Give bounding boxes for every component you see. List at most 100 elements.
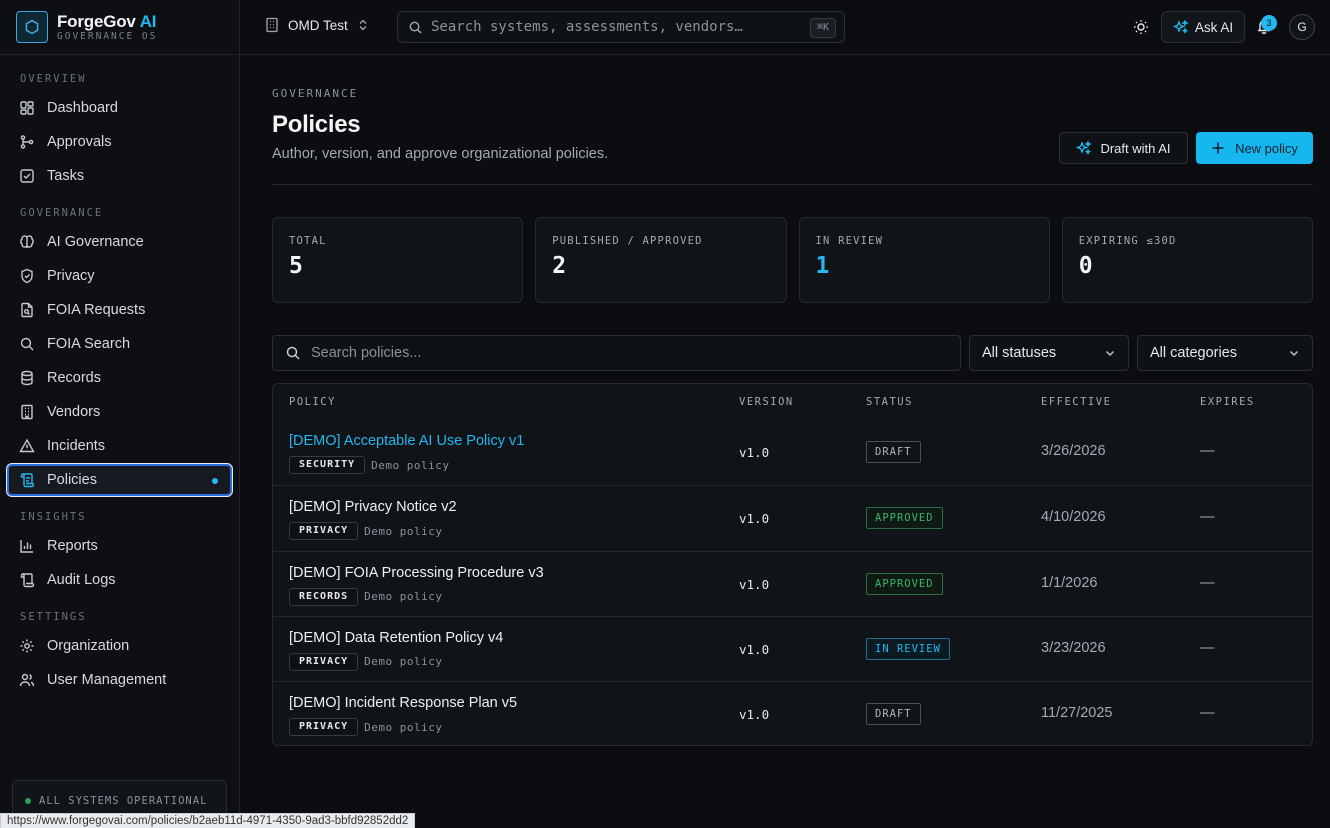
database-icon: [21, 370, 33, 386]
sidebar-item-label: User Management: [47, 672, 167, 688]
effective-date: 3/23/2026: [1041, 639, 1106, 656]
policy-name-link[interactable]: [DEMO] Data Retention Policy v4: [289, 630, 503, 646]
sun-icon: [1134, 20, 1148, 34]
expires-date: —: [1200, 705, 1215, 722]
building-icon: [266, 17, 278, 33]
table-row[interactable]: [DEMO] Privacy Notice v2 PRIVACY Demo po…: [273, 485, 1312, 550]
status-dot: [25, 798, 31, 804]
org-switcher[interactable]: OMD Test: [264, 17, 370, 33]
sidebar-item-label: Vendors: [47, 404, 101, 420]
file-search-icon: [21, 302, 33, 318]
gear-icon: [20, 639, 34, 653]
sidebar-item-label: AI Governance: [47, 234, 144, 250]
stat-label: EXPIRING ≤30D: [1078, 235, 1177, 247]
column-header-version[interactable]: VERSION: [739, 396, 794, 408]
avatar[interactable]: G: [1289, 14, 1315, 40]
policy-name-link[interactable]: [DEMO] Acceptable AI Use Policy v1: [289, 433, 524, 449]
sidebar-item-audit-logs[interactable]: Audit Logs: [6, 563, 233, 597]
filters-bar: Search policies... All statuses All cate…: [272, 335, 1313, 371]
sidebar-item-user-management[interactable]: User Management: [6, 663, 233, 697]
search-icon: [20, 337, 34, 351]
link-preview-url: https://www.forgegovai.com/policies/b2ae…: [0, 813, 416, 828]
search-icon: [286, 346, 300, 360]
expires-date: —: [1200, 574, 1215, 591]
table-row[interactable]: [DEMO] Incident Response Plan v5 PRIVACY…: [273, 681, 1312, 745]
table-row[interactable]: [DEMO] FOIA Processing Procedure v3 RECO…: [273, 550, 1312, 616]
sidebar-item-dashboard[interactable]: Dashboard: [6, 91, 233, 125]
stat-card-in-review: IN REVIEW 1: [798, 217, 1050, 303]
sidebar-item-label: FOIA Requests: [47, 302, 146, 318]
policy-note: Demo policy: [364, 524, 443, 538]
status-filter-select[interactable]: All statuses: [969, 335, 1129, 371]
new-policy-button[interactable]: New policy: [1196, 132, 1313, 164]
nav-section-insights: INSIGHTS: [20, 511, 87, 523]
stats-row: TOTAL 5 PUBLISHED / APPROVED 2 IN REVIEW…: [272, 217, 1313, 303]
sidebar-item-reports[interactable]: Reports: [6, 529, 233, 563]
policy-search-input[interactable]: Search policies...: [272, 335, 961, 371]
table-row[interactable]: [DEMO] Data Retention Policy v4 PRIVACY …: [273, 615, 1312, 681]
sidebar-item-vendors[interactable]: Vendors: [6, 395, 233, 429]
notification-count-badge: 3: [1261, 15, 1277, 31]
global-search-input[interactable]: Search systems, assessments, vendors… ⌘K: [397, 11, 845, 43]
column-header-status[interactable]: STATUS: [866, 396, 913, 408]
policy-note: Demo policy: [371, 458, 450, 472]
sidebar-item-records[interactable]: Records: [6, 361, 233, 395]
nav-section-governance: GOVERNANCE: [20, 207, 104, 219]
column-header-policy[interactable]: POLICY: [289, 396, 336, 408]
sidebar-item-tasks[interactable]: Tasks: [6, 159, 233, 193]
divider: [272, 184, 1313, 185]
sidebar-item-label: Records: [47, 370, 101, 386]
log-icon: [20, 573, 35, 588]
policy-name-link[interactable]: [DEMO] FOIA Processing Procedure v3: [289, 565, 544, 581]
grid-icon: [20, 101, 34, 115]
ask-ai-button[interactable]: Ask AI: [1161, 11, 1245, 43]
status-badge: APPROVED: [866, 572, 943, 595]
sidebar-item-label: Approvals: [47, 134, 112, 150]
sidebar-item-ai-governance[interactable]: AI Governance: [6, 225, 233, 259]
effective-date: 3/26/2026: [1041, 443, 1106, 459]
theme-toggle-button[interactable]: [1132, 18, 1150, 39]
new-policy-label: New policy: [1235, 140, 1298, 156]
policy-name-link[interactable]: [DEMO] Incident Response Plan v5: [289, 695, 517, 711]
stat-card-expiring: EXPIRING ≤30D 0: [1061, 217, 1313, 303]
column-header-effective[interactable]: EFFECTIVE: [1041, 396, 1111, 408]
sidebar-item-organization[interactable]: Organization: [6, 629, 233, 663]
hexagon-logo-icon: [16, 11, 48, 43]
expires-date: —: [1200, 443, 1215, 459]
global-search-placeholder: Search systems, assessments, vendors…: [431, 19, 743, 35]
stat-label: IN REVIEW: [815, 235, 884, 247]
nav-section-settings: SETTINGS: [20, 611, 87, 623]
sidebar-item-foia-search[interactable]: FOIA Search: [6, 327, 233, 361]
effective-date: 1/1/2026: [1041, 574, 1098, 591]
sidebar-item-policies[interactable]: Policies: [6, 463, 233, 497]
draft-with-ai-button[interactable]: Draft with AI: [1059, 132, 1188, 164]
policy-name-link[interactable]: [DEMO] Privacy Notice v2: [289, 499, 457, 515]
scroll-icon: [20, 473, 35, 488]
policy-note: Demo policy: [364, 720, 443, 734]
bar-chart-icon: [20, 540, 33, 553]
category-filter-select[interactable]: All categories: [1137, 335, 1313, 371]
breadcrumb: GOVERNANCE: [272, 87, 359, 100]
effective-date: 11/27/2025: [1041, 705, 1113, 722]
policy-note: Demo policy: [364, 590, 443, 604]
nav-section-overview: OVERVIEW: [20, 73, 87, 85]
sidebar-item-incidents[interactable]: Incidents: [6, 429, 233, 463]
sidebar-item-foia-requests[interactable]: FOIA Requests: [6, 293, 233, 327]
ask-ai-label: Ask AI: [1194, 19, 1234, 35]
brand-ai: AI: [139, 11, 157, 31]
sidebar-item-approvals[interactable]: Approvals: [6, 125, 233, 159]
table-row[interactable]: [DEMO] Acceptable AI Use Policy v1 SECUR…: [273, 420, 1312, 485]
brain-icon: [20, 235, 34, 248]
page-subtitle: Author, version, and approve organizatio…: [272, 146, 609, 162]
stat-value: 1: [815, 253, 830, 279]
column-header-expires[interactable]: EXPIRES: [1200, 396, 1255, 408]
sidebar-item-privacy[interactable]: Privacy: [6, 259, 233, 293]
table-header: POLICY VERSION STATUS EFFECTIVE EXPIRES: [273, 384, 1312, 420]
expires-date: —: [1200, 639, 1215, 656]
sidebar-item-label: Organization: [47, 638, 130, 654]
checkbox-icon: [20, 169, 34, 183]
brand[interactable]: ForgeGov AI GOVERNANCE OS: [0, 0, 239, 55]
category-tag: SECURITY: [289, 456, 366, 474]
policy-version: v1.0: [739, 445, 770, 460]
stat-value: 0: [1078, 253, 1093, 279]
